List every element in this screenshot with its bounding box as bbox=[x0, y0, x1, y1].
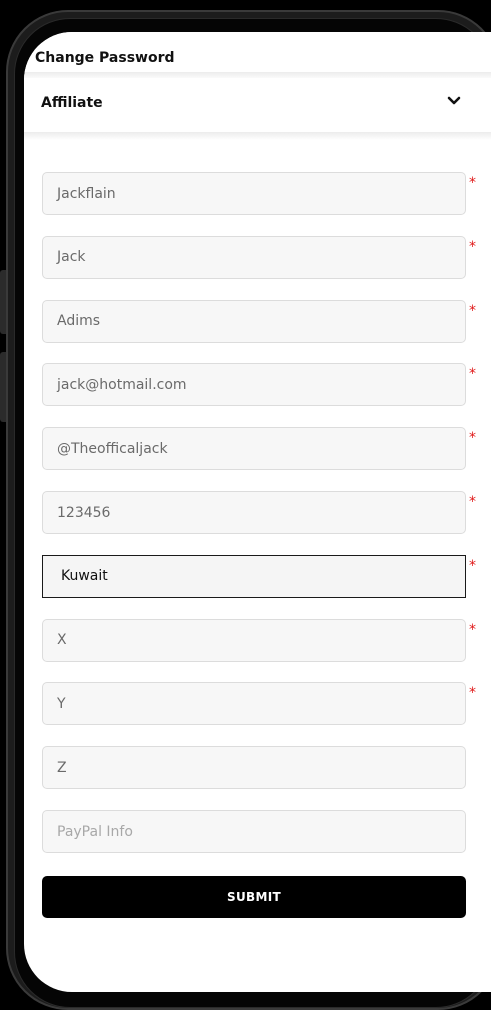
submit-button[interactable]: SUBMIT bbox=[42, 876, 466, 918]
z-field[interactable]: Z bbox=[42, 746, 466, 790]
required-marker: * bbox=[469, 366, 476, 383]
y-field[interactable]: Y bbox=[42, 682, 466, 726]
required-marker: * bbox=[469, 621, 476, 638]
social-handle-field[interactable]: @Theofficaljack bbox=[42, 427, 466, 471]
divider bbox=[24, 132, 491, 140]
device-frame: Change Password Affiliate Jackflain * Jack… bbox=[0, 0, 491, 1010]
change-password-label: Change Password bbox=[35, 50, 175, 66]
x-field[interactable]: X bbox=[42, 618, 466, 662]
affiliate-label: Affiliate bbox=[41, 95, 103, 111]
required-marker: * bbox=[469, 557, 476, 574]
affiliate-menu-item[interactable]: Affiliate bbox=[24, 78, 491, 128]
required-marker: * bbox=[469, 430, 476, 447]
required-marker: * bbox=[469, 685, 476, 702]
change-password-menu-item[interactable]: Change Password bbox=[24, 32, 491, 72]
paypal-info-field[interactable]: PayPal Info bbox=[42, 810, 466, 853]
chevron-down-icon[interactable] bbox=[447, 94, 461, 108]
required-marker: * bbox=[469, 494, 476, 510]
required-marker: * bbox=[469, 302, 476, 319]
required-marker: * bbox=[469, 175, 476, 191]
country-select[interactable]: Kuwait bbox=[42, 554, 466, 598]
last-name-field[interactable]: Adims bbox=[42, 299, 466, 343]
first-name-field[interactable]: Jack bbox=[42, 235, 466, 279]
email-field[interactable]: jack@hotmail.com bbox=[42, 363, 466, 407]
phone-field[interactable]: 123456 bbox=[42, 491, 466, 534]
app-screen: Change Password Affiliate Jackflain * Jack… bbox=[24, 32, 491, 992]
username-field[interactable]: Jackflain bbox=[42, 172, 466, 215]
required-marker: * bbox=[469, 238, 476, 255]
